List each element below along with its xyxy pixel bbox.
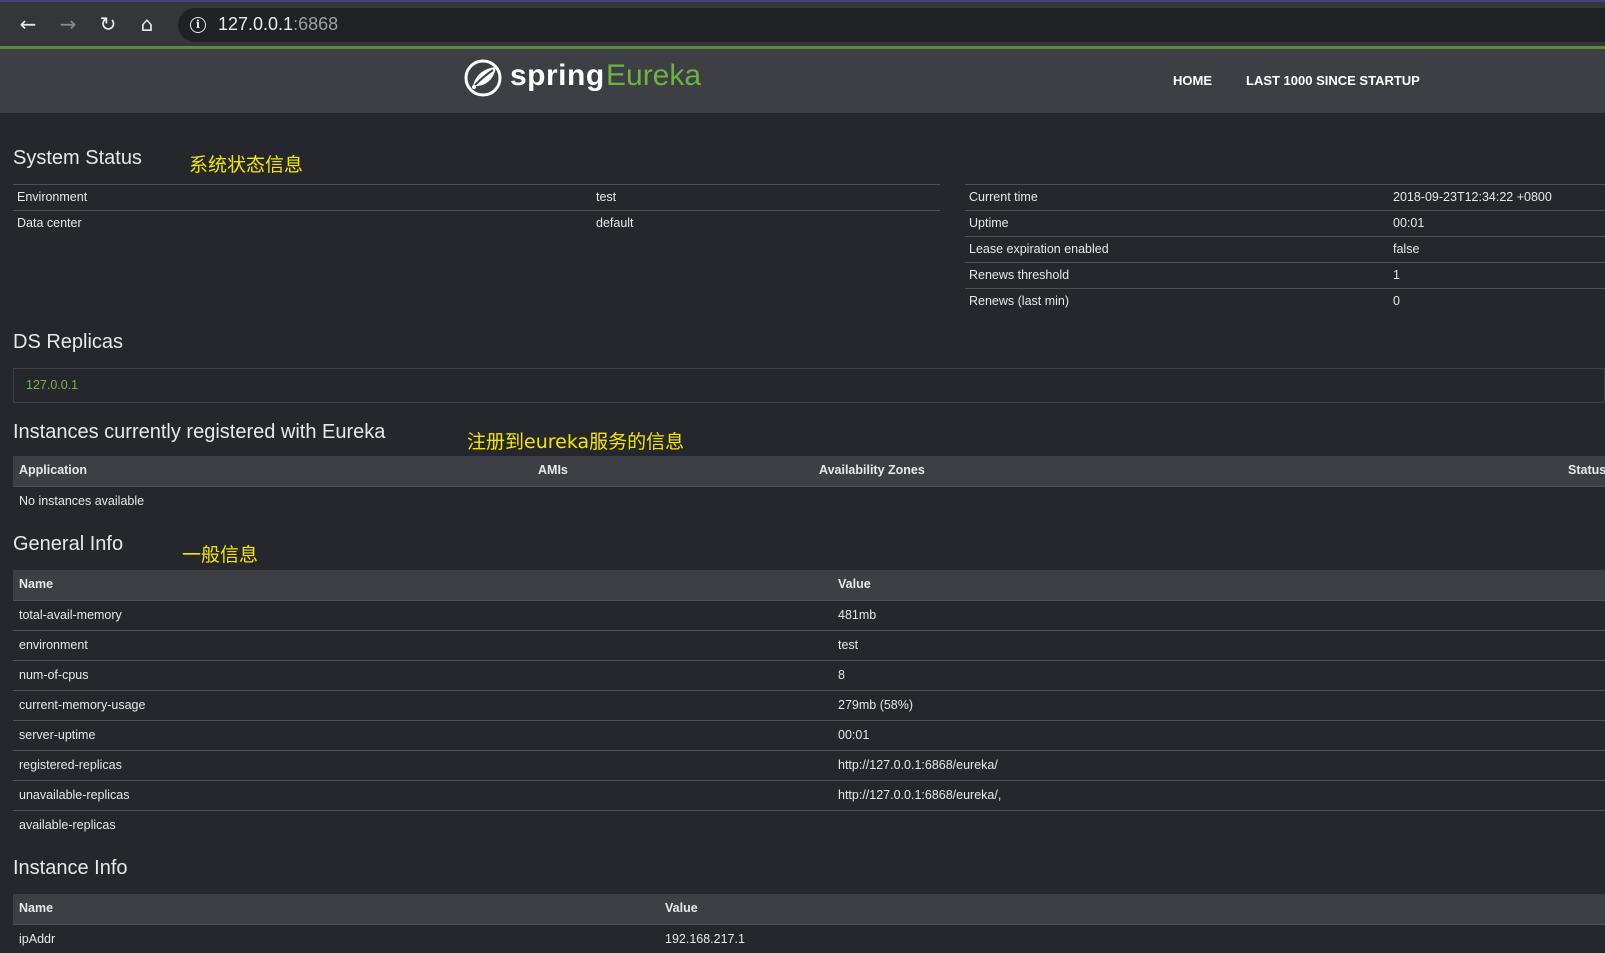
row-name: unavailable-replicas [19,788,130,802]
column-header-name: Name [19,901,54,915]
table-row: Data center default [13,210,940,236]
row-value: 279mb (58%) [838,698,914,712]
general-info-table-header: Name Value [13,570,1605,600]
ds-replicas-title: DS Replicas [13,331,124,353]
address-bar[interactable]: i 127.0.0.1:6868 [178,8,1605,42]
row-name: num-of-cpus [19,668,89,682]
table-row: Uptime 00:01 [965,210,1605,236]
instances-annotation: 注册到eureka服务的信息 [467,431,685,453]
table-row: Renews (last min) 0 [965,288,1605,314]
column-header-value: Value [838,577,871,591]
home-icon[interactable]: ⌂ [135,12,159,36]
table-row: unavailable-replicas http://127.0.0.1:68… [13,780,1605,810]
system-status-title: System Status [13,147,142,169]
row-label: Environment [17,190,88,204]
column-header-status: Status [1568,463,1605,477]
row-name: environment [19,638,88,652]
row-name: server-uptime [19,728,96,742]
row-value: false [1393,242,1420,256]
column-header-name: Name [19,577,54,591]
row-value: test [596,190,617,204]
app-header: spring Eureka HOME LAST 1000 SINCE START… [0,49,1605,113]
replica-link[interactable]: 127.0.0.1 [26,378,78,392]
system-status-annotation: 系统状态信息 [189,154,304,176]
instances-table-header: Application AMIs Availability Zones Stat… [13,456,1605,486]
url-host: 127.0.0.1 [218,14,294,34]
logo-eureka-text: Eureka [606,59,702,92]
browser-toolbar: ← → ↻ ⌂ i 127.0.0.1:6868 [0,0,1605,46]
ds-replicas-list: 127.0.0.1 [13,368,1605,403]
column-header-availability-zones: Availability Zones [819,463,925,477]
row-value: 192.168.217.1 [665,932,745,946]
table-row: ipAddr 192.168.217.1 [13,924,1605,953]
row-value: 2018-09-23T12:34:22 +0800 [1393,190,1552,204]
instance-info-table-header: Name Value [13,894,1605,924]
row-value: http://127.0.0.1:6868/eureka/, [838,788,1002,802]
row-name: ipAddr [19,932,56,946]
table-row: registered-replicas http://127.0.0.1:686… [13,750,1605,780]
logo-spring-text: spring [510,59,605,92]
instance-info-title: Instance Info [13,857,128,879]
table-row: current-memory-usage 279mb (58%) [13,690,1605,720]
column-header-value: Value [665,901,698,915]
table-row: Environment test [13,184,940,210]
general-info-title: General Info [13,533,124,555]
general-info-annotation: 一般信息 [182,544,259,566]
table-row: available-replicas [13,810,1605,840]
row-label: Lease expiration enabled [969,242,1109,256]
column-header-application: Application [19,463,88,477]
row-name: registered-replicas [19,758,122,772]
row-value: test [838,638,859,652]
table-row: No instances available [13,486,1605,516]
row-value: 00:01 [838,728,870,742]
row-name: current-memory-usage [19,698,146,712]
row-value: 481mb [838,608,877,622]
column-header-amis: AMIs [538,463,568,477]
system-status-left-table: Environment test Data center default [13,184,940,236]
table-row: total-avail-memory 481mb [13,600,1605,630]
instances-title: Instances currently registered with Eure… [13,421,386,443]
row-value: 1 [1393,268,1400,282]
row-value: 00:01 [1393,216,1425,230]
url-text[interactable]: 127.0.0.1:6868 [218,14,338,35]
spring-leaf-icon [464,59,502,97]
row-name: total-avail-memory [19,608,122,622]
forward-arrow-icon[interactable]: → [56,12,80,36]
back-arrow-icon[interactable]: ← [16,12,40,36]
table-row: Renews threshold 1 [965,262,1605,288]
row-value: 8 [838,668,845,682]
row-value: default [596,216,634,230]
table-row: server-uptime 00:01 [13,720,1605,750]
table-row: Lease expiration enabled false [965,236,1605,262]
table-row: environment test [13,630,1605,660]
system-status-right-table: Current time 2018-09-23T12:34:22 +0800 U… [965,184,1605,314]
row-label: Current time [969,190,1038,204]
site-info-icon[interactable]: i [190,17,206,33]
table-row: num-of-cpus 8 [13,660,1605,690]
url-port: :6868 [293,14,339,34]
row-label: Uptime [969,216,1009,230]
empty-instances-text: No instances available [19,494,145,508]
row-name: available-replicas [19,818,116,832]
row-value: 0 [1393,294,1400,308]
row-label: Data center [17,216,82,230]
row-label: Renews (last min) [969,294,1070,308]
nav-last-1000-link[interactable]: LAST 1000 SINCE STARTUP [1246,73,1420,88]
row-value: http://127.0.0.1:6868/eureka/ [838,758,998,772]
reload-icon[interactable]: ↻ [96,12,120,36]
row-label: Renews threshold [969,268,1070,282]
nav-home-link[interactable]: HOME [1173,73,1212,88]
table-row: Current time 2018-09-23T12:34:22 +0800 [965,184,1605,210]
